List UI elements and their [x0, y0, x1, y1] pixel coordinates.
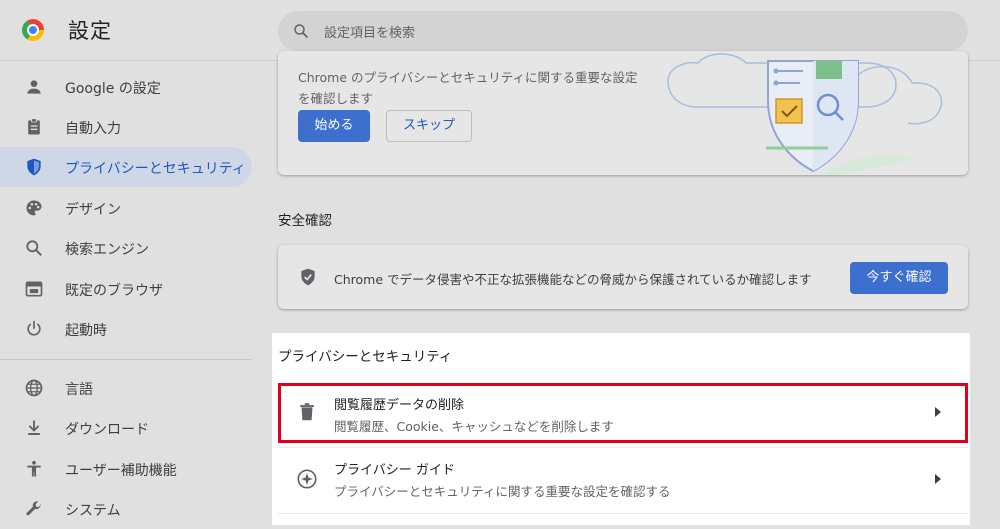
sidebar-item-label: プライバシーとセキュリティ	[65, 161, 246, 177]
trash-icon	[300, 403, 314, 421]
clear-browsing-data-row[interactable]: 閲覧履歴データの削除 閲覧履歴、Cookie、キャッシュなどを削除します	[278, 383, 968, 447]
search-icon	[26, 240, 42, 256]
sidebar-item-default-browser[interactable]: 既定のブラウザ	[0, 269, 252, 309]
palette-icon	[26, 200, 42, 216]
sidebar-item-system[interactable]: システム	[0, 489, 252, 529]
sidebar-item-privacy-security[interactable]: プライバシーとセキュリティ	[0, 147, 252, 187]
search-icon	[294, 24, 308, 38]
sidebar-item-label: 言語	[65, 382, 93, 398]
privacy-guide-title: プライバシー ガイド	[334, 463, 455, 478]
wrench-icon	[26, 501, 42, 516]
safety-check-card: Chrome でデータ侵害や不正な拡張機能などの脅威から保護されているか確認しま…	[278, 245, 968, 309]
chevron-right-icon	[935, 474, 941, 484]
clear-browsing-data-title: 閲覧履歴データの削除	[334, 398, 465, 413]
sidebar-item-label: ダウンロード	[65, 422, 149, 438]
sidebar: Google の設定 自動入力 プライバシーとセキュリティ デザイン 検索エンジ…	[0, 61, 262, 525]
sidebar-item-google-settings[interactable]: Google の設定	[0, 67, 252, 107]
clipboard-icon	[28, 118, 40, 135]
sidebar-item-label: 自動入力	[65, 121, 121, 137]
privacy-guide-illustration	[667, 53, 943, 175]
sidebar-item-label: デザイン	[65, 202, 121, 218]
power-icon	[27, 320, 41, 336]
clear-browsing-data-description: 閲覧履歴、Cookie、キャッシュなどを削除します	[334, 419, 614, 434]
privacy-security-heading: プライバシーとセキュリティ	[278, 349, 453, 365]
shield-check-icon	[301, 268, 315, 286]
sidebar-item-label: 起動時	[65, 323, 107, 339]
sidebar-item-label: ユーザー補助機能	[65, 463, 177, 479]
privacy-security-section: プライバシーとセキュリティ 閲覧履歴データの削除 閲覧履歴、Cookie、キャッ…	[272, 333, 970, 525]
sidebar-item-accessibility[interactable]: ユーザー補助機能	[0, 449, 252, 489]
sidebar-divider	[0, 359, 252, 360]
safety-check-text: Chrome でデータ侵害や不正な拡張機能などの脅威から保護されているか確認しま…	[334, 272, 812, 287]
safety-check-heading: 安全確認	[278, 213, 332, 229]
download-icon	[28, 420, 40, 435]
chrome-logo-icon	[22, 19, 44, 41]
sidebar-item-downloads[interactable]: ダウンロード	[0, 408, 252, 448]
next-row-edge	[278, 513, 968, 526]
privacy-guide-row[interactable]: プライバシー ガイド プライバシーとセキュリティに関する重要な設定を確認する	[278, 447, 968, 512]
sidebar-item-appearance[interactable]: デザイン	[0, 188, 252, 228]
person-icon	[27, 80, 41, 94]
sidebar-item-label: 既定のブラウザ	[65, 283, 163, 299]
start-button[interactable]: 始める	[298, 110, 370, 142]
globe-icon	[25, 379, 43, 397]
shield-icon	[27, 158, 41, 176]
chevron-right-icon	[935, 407, 941, 417]
sidebar-item-autofill[interactable]: 自動入力	[0, 107, 252, 147]
sidebar-item-search-engine[interactable]: 検索エンジン	[0, 228, 252, 268]
sidebar-item-label: システム	[65, 503, 121, 519]
skip-button[interactable]: スキップ	[386, 110, 472, 142]
privacy-guide-card: Chrome のプライバシーとセキュリティに関する重要な設定を確認します 始める…	[278, 51, 968, 175]
search-placeholder: 設定項目を検索	[324, 26, 416, 41]
accessibility-icon	[27, 460, 41, 477]
browser-window-icon	[25, 281, 43, 297]
sidebar-item-on-startup[interactable]: 起動時	[0, 309, 252, 349]
sidebar-item-label: Google の設定	[65, 81, 161, 97]
settings-main: Chrome のプライバシーとセキュリティに関する重要な設定を確認します 始める…	[262, 51, 1000, 525]
check-now-button[interactable]: 今すぐ確認	[850, 262, 948, 294]
sidebar-item-label: 検索エンジン	[65, 242, 149, 258]
compass-icon	[297, 469, 317, 489]
privacy-guide-description: プライバシーとセキュリティに関する重要な設定を確認する	[334, 484, 671, 499]
page-title: 設定	[68, 19, 112, 43]
sidebar-item-languages[interactable]: 言語	[0, 368, 252, 408]
search-input[interactable]: 設定項目を検索	[278, 11, 968, 51]
privacy-guide-text: Chrome のプライバシーとセキュリティに関する重要な設定を確認します	[298, 70, 638, 106]
